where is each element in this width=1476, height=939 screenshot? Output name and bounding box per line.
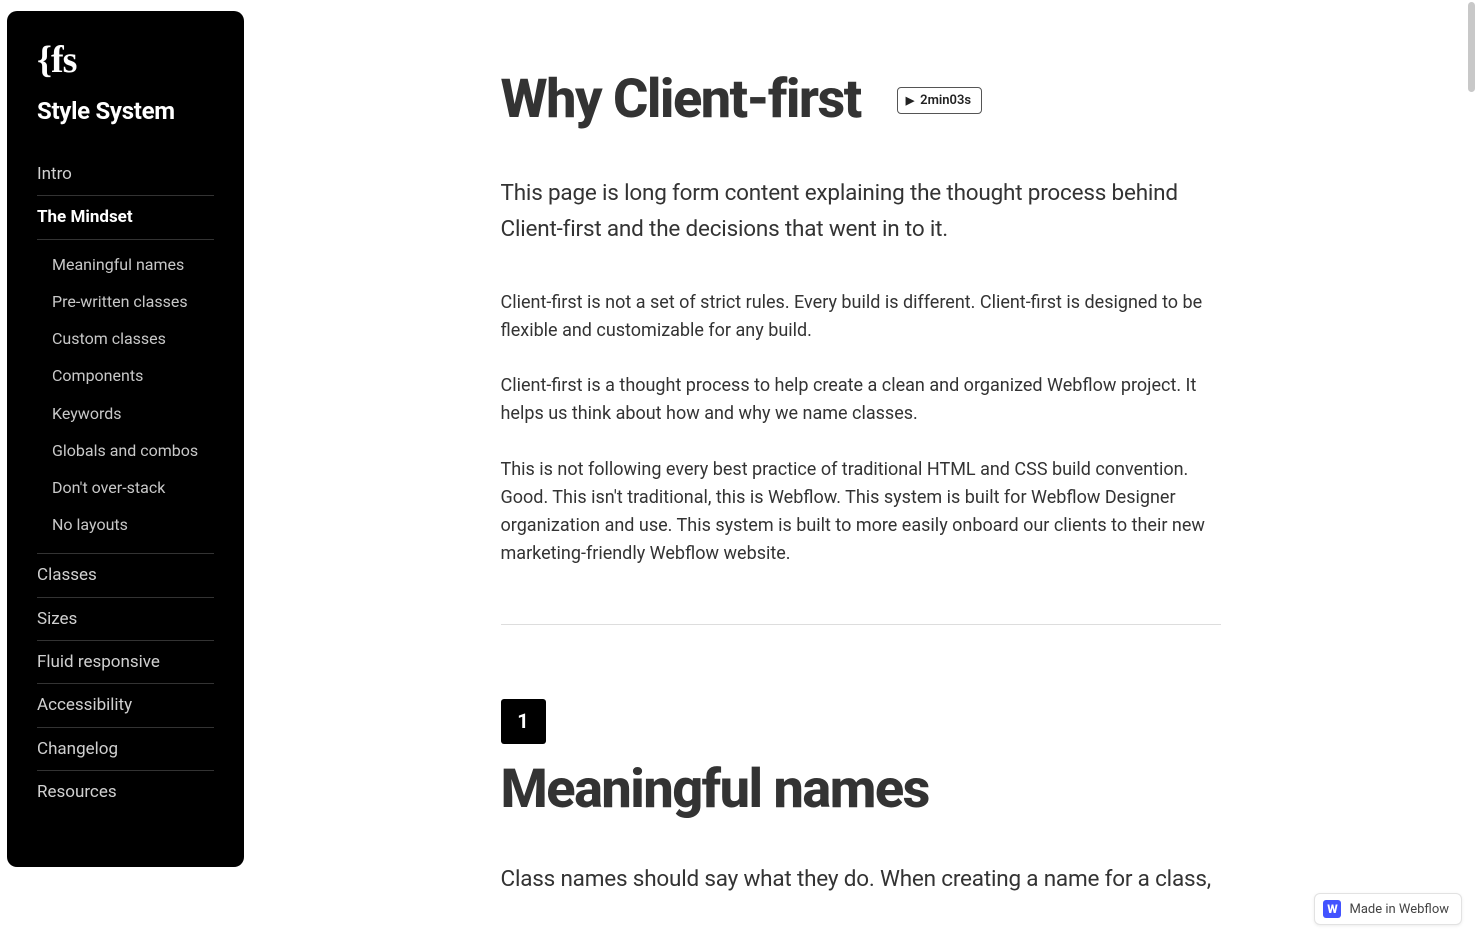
sidebar-subitem-no-layouts[interactable]: No layouts [37, 506, 214, 543]
sidebar-item-resources[interactable]: Resources [37, 771, 214, 813]
lead-paragraph: This page is long form content explainin… [501, 175, 1221, 247]
video-duration-text: 2min03s [920, 93, 971, 108]
nav-list: Intro The Mindset Meaningful names Pre-w… [7, 153, 244, 814]
section-title: Meaningful names [501, 762, 1221, 819]
sidebar-item-accessibility[interactable]: Accessibility [37, 684, 214, 727]
body-paragraph: This is not following every best practic… [501, 456, 1221, 568]
sidebar-subitem-dont-over-stack[interactable]: Don't over-stack [37, 469, 214, 506]
sidebar-subitem-components[interactable]: Components [37, 357, 214, 394]
body-paragraph: Client-first is a thought process to hel… [501, 372, 1221, 428]
sidebar-title: Style System [7, 89, 244, 153]
video-duration-chip[interactable]: ▶ 2min03s [897, 87, 982, 114]
logo[interactable]: {fs [7, 41, 244, 89]
section-number-badge: 1 [501, 699, 546, 744]
page-title: Why Client-first [501, 72, 861, 129]
sidebar-subitem-custom-classes[interactable]: Custom classes [37, 320, 214, 357]
sidebar-item-sizes[interactable]: Sizes [37, 598, 214, 641]
made-in-webflow-badge[interactable]: W Made in Webflow [1314, 893, 1462, 925]
sidebar: {fs Style System Intro The Mindset Meani… [7, 11, 244, 867]
sidebar-subitem-globals-and-combos[interactable]: Globals and combos [37, 432, 214, 469]
webflow-badge-text: Made in Webflow [1349, 902, 1449, 917]
webflow-icon: W [1323, 900, 1341, 918]
sidebar-item-the-mindset[interactable]: The Mindset [37, 196, 214, 239]
title-row: Why Client-first ▶ 2min03s [501, 72, 1221, 129]
sidebar-subitem-keywords[interactable]: Keywords [37, 395, 214, 432]
scrollbar-thumb[interactable] [1468, 2, 1475, 92]
divider [501, 624, 1221, 625]
subnav: Meaningful names Pre-written classes Cus… [37, 240, 214, 555]
section-truncated-line: Class names should say what they do. Whe… [501, 861, 1221, 897]
sidebar-item-changelog[interactable]: Changelog [37, 728, 214, 771]
play-icon: ▶ [906, 94, 914, 107]
sidebar-subitem-meaningful-names[interactable]: Meaningful names [37, 246, 214, 283]
main-content: Why Client-first ▶ 2min03s This page is … [245, 0, 1476, 939]
sidebar-subitem-pre-written-classes[interactable]: Pre-written classes [37, 283, 214, 320]
sidebar-item-intro[interactable]: Intro [37, 153, 214, 196]
sidebar-item-classes[interactable]: Classes [37, 554, 214, 597]
body-paragraph: Client-first is not a set of strict rule… [501, 289, 1221, 345]
sidebar-item-fluid-responsive[interactable]: Fluid responsive [37, 641, 214, 684]
